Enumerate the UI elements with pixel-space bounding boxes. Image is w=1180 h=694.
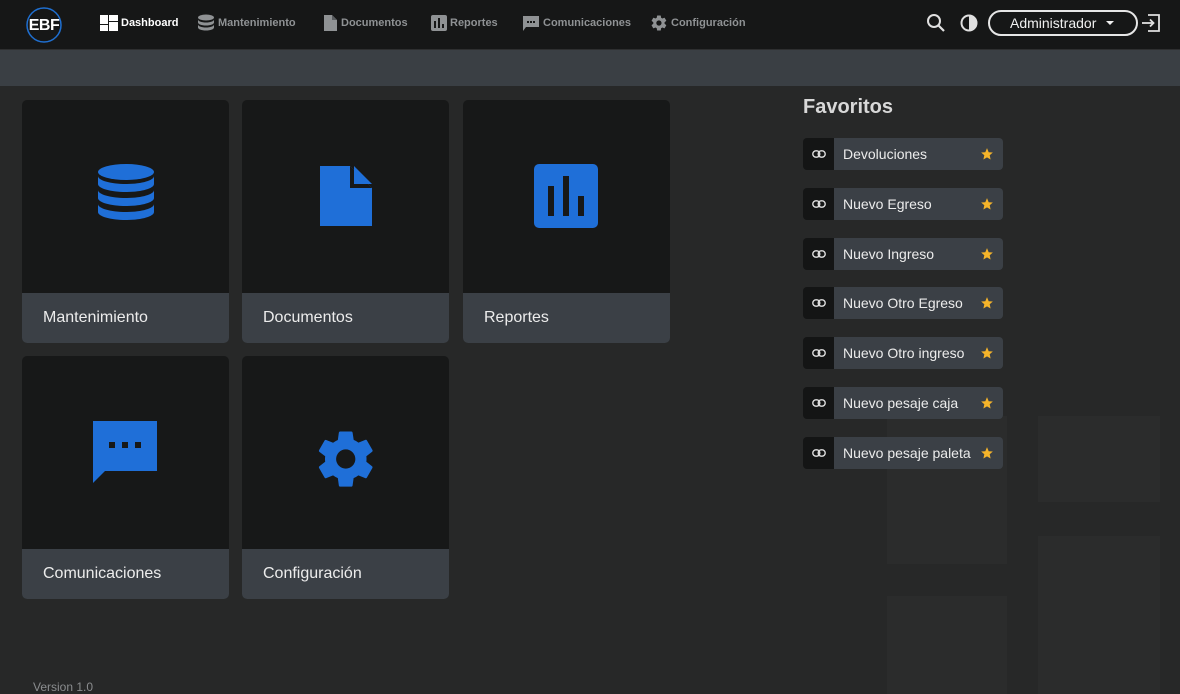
favorite-item[interactable]: Nuevo pesaje paleta <box>803 436 1003 469</box>
card-documentos[interactable]: Documentos <box>242 100 449 343</box>
search-icon[interactable] <box>925 12 947 34</box>
star-icon[interactable] <box>980 247 994 261</box>
nav-configuracion[interactable]: Configuración <box>650 12 746 34</box>
dashboard-icon <box>100 15 118 31</box>
star-icon[interactable] <box>980 197 994 211</box>
nav-dashboard[interactable]: Dashboard <box>100 12 178 34</box>
link-icon <box>803 337 834 370</box>
logout-icon[interactable] <box>1140 12 1162 34</box>
favorite-item[interactable]: Devoluciones <box>803 138 1003 170</box>
card-label: Reportes <box>463 293 670 343</box>
card-configuracion[interactable]: Configuración <box>242 356 449 599</box>
favorite-item[interactable]: Nuevo Egreso <box>803 187 1003 220</box>
user-dropdown[interactable]: Administrador <box>988 10 1138 36</box>
favorite-item[interactable]: Nuevo Otro Egreso <box>803 287 1003 320</box>
favorite-body: Nuevo Otro Egreso <box>834 287 1003 320</box>
card-comunicaciones[interactable]: Comunicaciones <box>22 356 229 599</box>
brand-logo[interactable]: EBF <box>20 6 68 44</box>
favorite-body: Nuevo pesaje caja <box>834 387 1003 419</box>
bar-chart-icon <box>534 164 598 228</box>
nav-mantenimiento[interactable]: Mantenimiento <box>197 12 296 34</box>
nav-reportes[interactable]: Reportes <box>431 12 498 34</box>
favorite-label: Devoluciones <box>843 146 928 162</box>
star-icon[interactable] <box>980 296 994 310</box>
favorite-item[interactable]: Nuevo Otro ingreso <box>803 337 1003 370</box>
top-navbar: EBF Dashboard Mantenimiento Documentos R… <box>0 0 1180 50</box>
card-label: Documentos <box>242 293 449 343</box>
nav-label: Documentos <box>341 17 408 29</box>
nav-documentos[interactable]: Documentos <box>323 12 408 34</box>
favorite-body: Nuevo Egreso <box>834 187 1003 220</box>
link-icon <box>803 387 834 419</box>
link-icon <box>803 436 834 469</box>
database-icon <box>98 164 154 220</box>
background-panel <box>887 596 1007 694</box>
favorite-item[interactable]: Nuevo Ingreso <box>803 237 1003 270</box>
nav-label: Configuración <box>671 17 746 29</box>
svg-text:EBF: EBF <box>29 17 60 34</box>
database-icon <box>198 14 214 31</box>
link-icon <box>803 138 834 170</box>
card-reportes[interactable]: Reportes <box>463 100 670 343</box>
chat-icon <box>523 15 539 31</box>
favorite-body: Nuevo pesaje paleta <box>834 436 1003 469</box>
card-label: Comunicaciones <box>22 549 229 599</box>
favorite-label: Nuevo Otro Egreso <box>843 295 963 312</box>
caret-down-icon <box>1106 21 1114 25</box>
nav-label: Comunicaciones <box>543 17 632 29</box>
favorite-label: Nuevo Egreso <box>843 195 932 212</box>
favorite-body: Nuevo Ingreso <box>834 237 1003 270</box>
document-icon <box>320 166 372 226</box>
star-icon[interactable] <box>980 446 994 460</box>
favorite-item[interactable]: Nuevo pesaje caja <box>803 387 1003 419</box>
nav-label: Reportes <box>450 17 498 29</box>
version-label: Version 1.0 <box>33 680 94 694</box>
star-icon[interactable] <box>980 147 994 161</box>
link-icon <box>803 237 834 270</box>
favorite-body: Devoluciones <box>834 138 1003 170</box>
star-icon[interactable] <box>980 346 994 360</box>
star-icon[interactable] <box>980 396 994 410</box>
background-panel <box>1038 416 1160 502</box>
favorite-label: Nuevo Ingreso <box>843 245 935 262</box>
sub-toolbar <box>0 50 1180 86</box>
link-icon <box>803 187 834 220</box>
document-icon <box>324 15 337 31</box>
contrast-icon[interactable] <box>958 12 980 34</box>
chat-icon <box>93 421 157 483</box>
favorite-label: Nuevo pesaje caja <box>843 395 959 411</box>
favorite-label: Nuevo Otro ingreso <box>843 345 965 362</box>
nav-comunicaciones[interactable]: Comunicaciones <box>522 12 631 34</box>
nav-label: Dashboard <box>121 17 179 29</box>
card-label: Configuración <box>242 549 449 599</box>
favorite-label: Nuevo pesaje paleta <box>843 444 971 461</box>
card-label: Mantenimiento <box>22 293 229 343</box>
favorite-body: Nuevo Otro ingreso <box>834 337 1003 370</box>
favorites-title: Favoritos <box>803 96 894 118</box>
card-mantenimiento[interactable]: Mantenimiento <box>22 100 229 343</box>
nav-label: Mantenimiento <box>218 17 296 29</box>
background-panel <box>1038 536 1160 694</box>
gear-icon <box>651 15 667 31</box>
bar-chart-icon <box>431 15 447 31</box>
user-name: Administrador <box>1010 15 1097 31</box>
gear-icon <box>318 431 373 487</box>
link-icon <box>803 287 834 320</box>
